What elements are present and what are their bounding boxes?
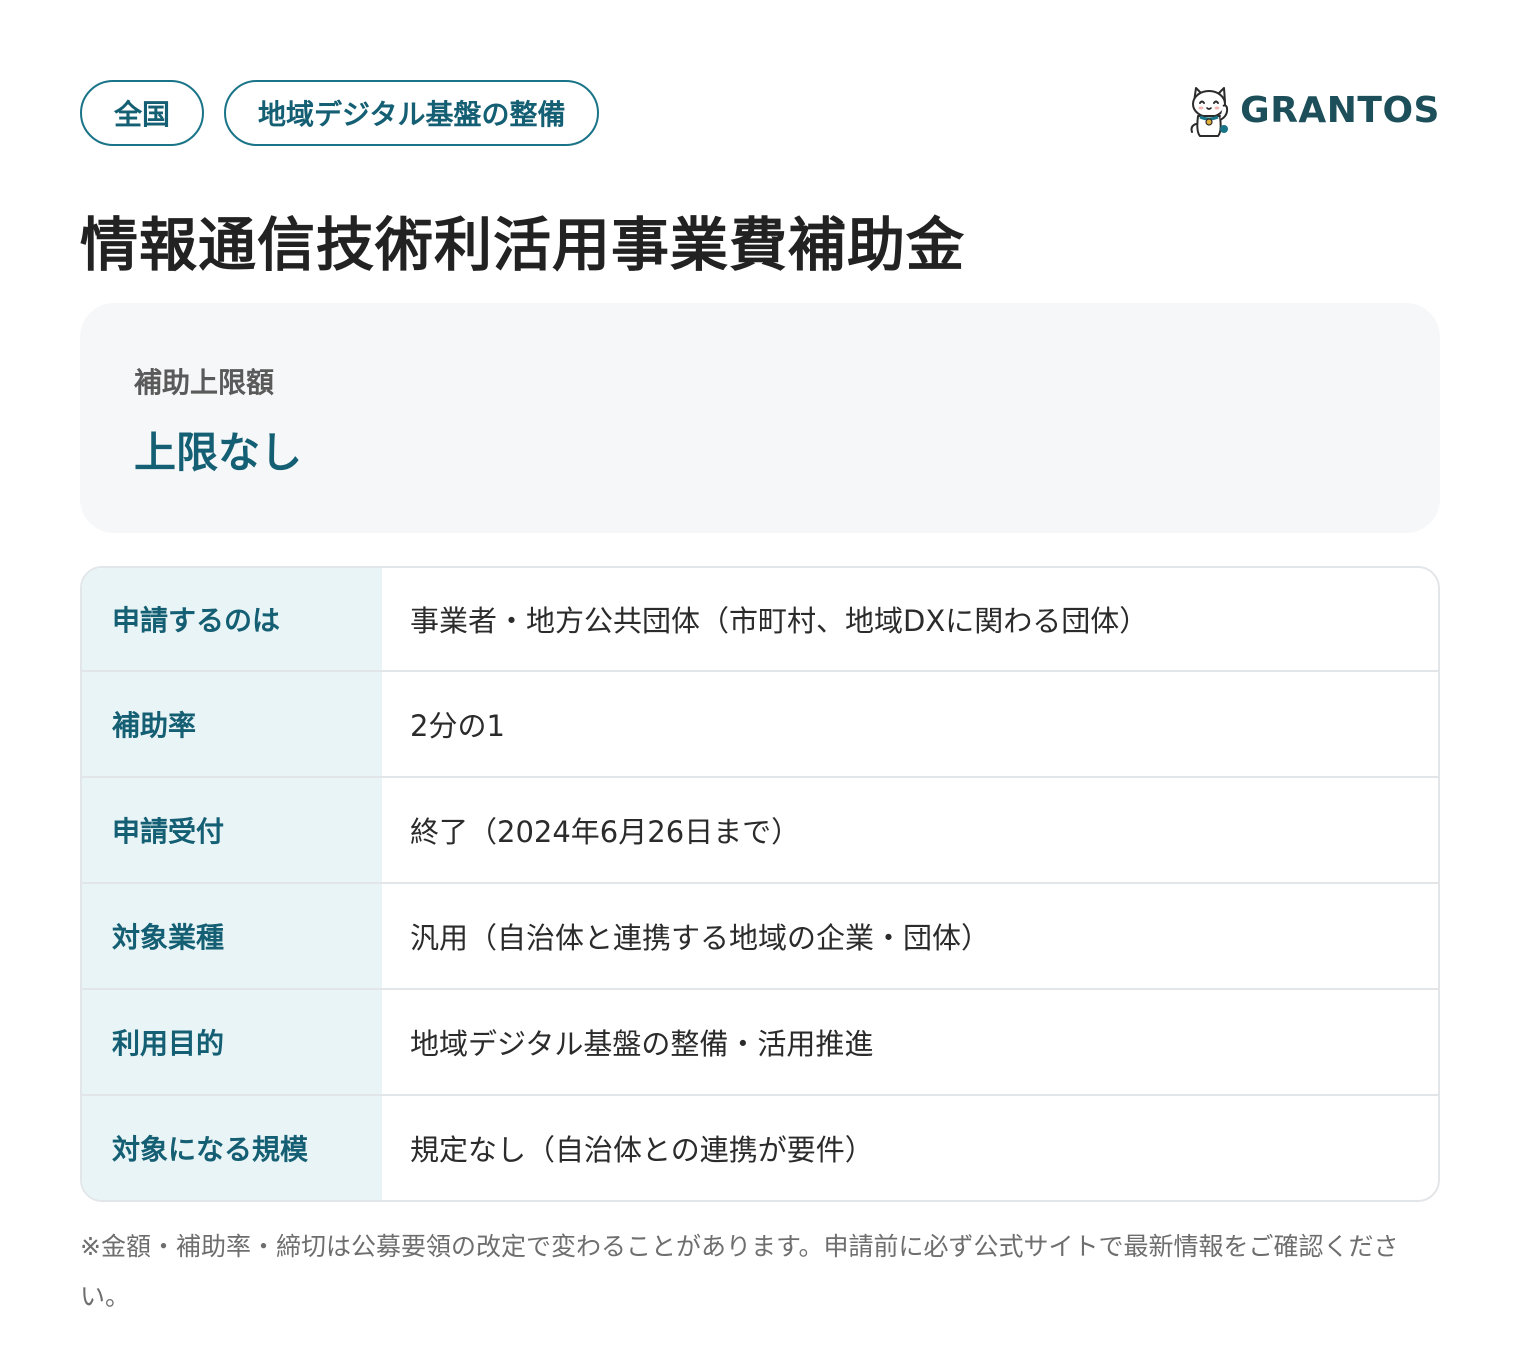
tag-region[interactable]: 全国 (80, 80, 205, 146)
subsidy-limit-value: 上限なし (134, 428, 303, 477)
subsidy-limit-box: 補助上限額 上限なし (80, 303, 1440, 533)
grantos-logo[interactable]: GRANTOS (1186, 82, 1440, 138)
table-row-application-period: 申請受付 終了（2024年6月26日まで） (82, 776, 1438, 882)
table-row-industry: 対象業種 汎用（自治体と連携する地域の企業・団体） (82, 882, 1438, 988)
row-label-industry: 対象業種 (82, 884, 382, 988)
row-value-applicant: 事業者・地方公共団体（市町村、地域DXに関わる団体） (410, 604, 1149, 638)
table-row-purpose: 利用目的 地域デジタル基盤の整備・活用推進 (82, 988, 1438, 1094)
row-value-scale: 規定なし（自治体との連携が要件） (410, 1133, 874, 1167)
disclaimer-note: ※金額・補助率・締切は公募要領の改定で変わることがあります。申請前に必ず公式サイ… (80, 1232, 1399, 1311)
row-label-applicant: 申請するのは (82, 568, 382, 670)
subsidy-info-table: 申請するのは 事業者・地方公共団体（市町村、地域DXに関わる団体） 補助率 2分… (80, 566, 1440, 1202)
table-row-scale: 対象になる規模 規定なし（自治体との連携が要件） (82, 1094, 1438, 1200)
row-value-subsidy-rate: 2分の1 (410, 709, 505, 743)
row-label-subsidy-rate: 補助率 (82, 672, 382, 776)
row-value-application-period: 終了（2024年6月26日まで） (410, 815, 801, 849)
row-label-purpose: 利用目的 (82, 990, 382, 1094)
header: 全国 地域デジタル基盤の整備 GRANTOS (80, 80, 1440, 150)
row-value-purpose: 地域デジタル基盤の整備・活用推進 (410, 1027, 874, 1061)
table-row-applicant: 申請するのは 事業者・地方公共団体（市町村、地域DXに関わる団体） (82, 568, 1438, 670)
table-row-subsidy-rate: 補助率 2分の1 (82, 670, 1438, 776)
subsidy-limit-label: 補助上限額 (134, 366, 275, 399)
page-title: 情報通信技術利活用事業費補助金 (80, 211, 966, 279)
maneki-neko-cat-icon (1190, 87, 1229, 137)
logo-text: GRANTOS (1240, 89, 1440, 131)
row-label-scale: 対象になる規模 (82, 1096, 382, 1200)
row-label-application-period: 申請受付 (82, 778, 382, 882)
tag-category[interactable]: 地域デジタル基盤の整備 (224, 80, 600, 146)
row-value-industry: 汎用（自治体と連携する地域の企業・団体） (410, 921, 991, 955)
